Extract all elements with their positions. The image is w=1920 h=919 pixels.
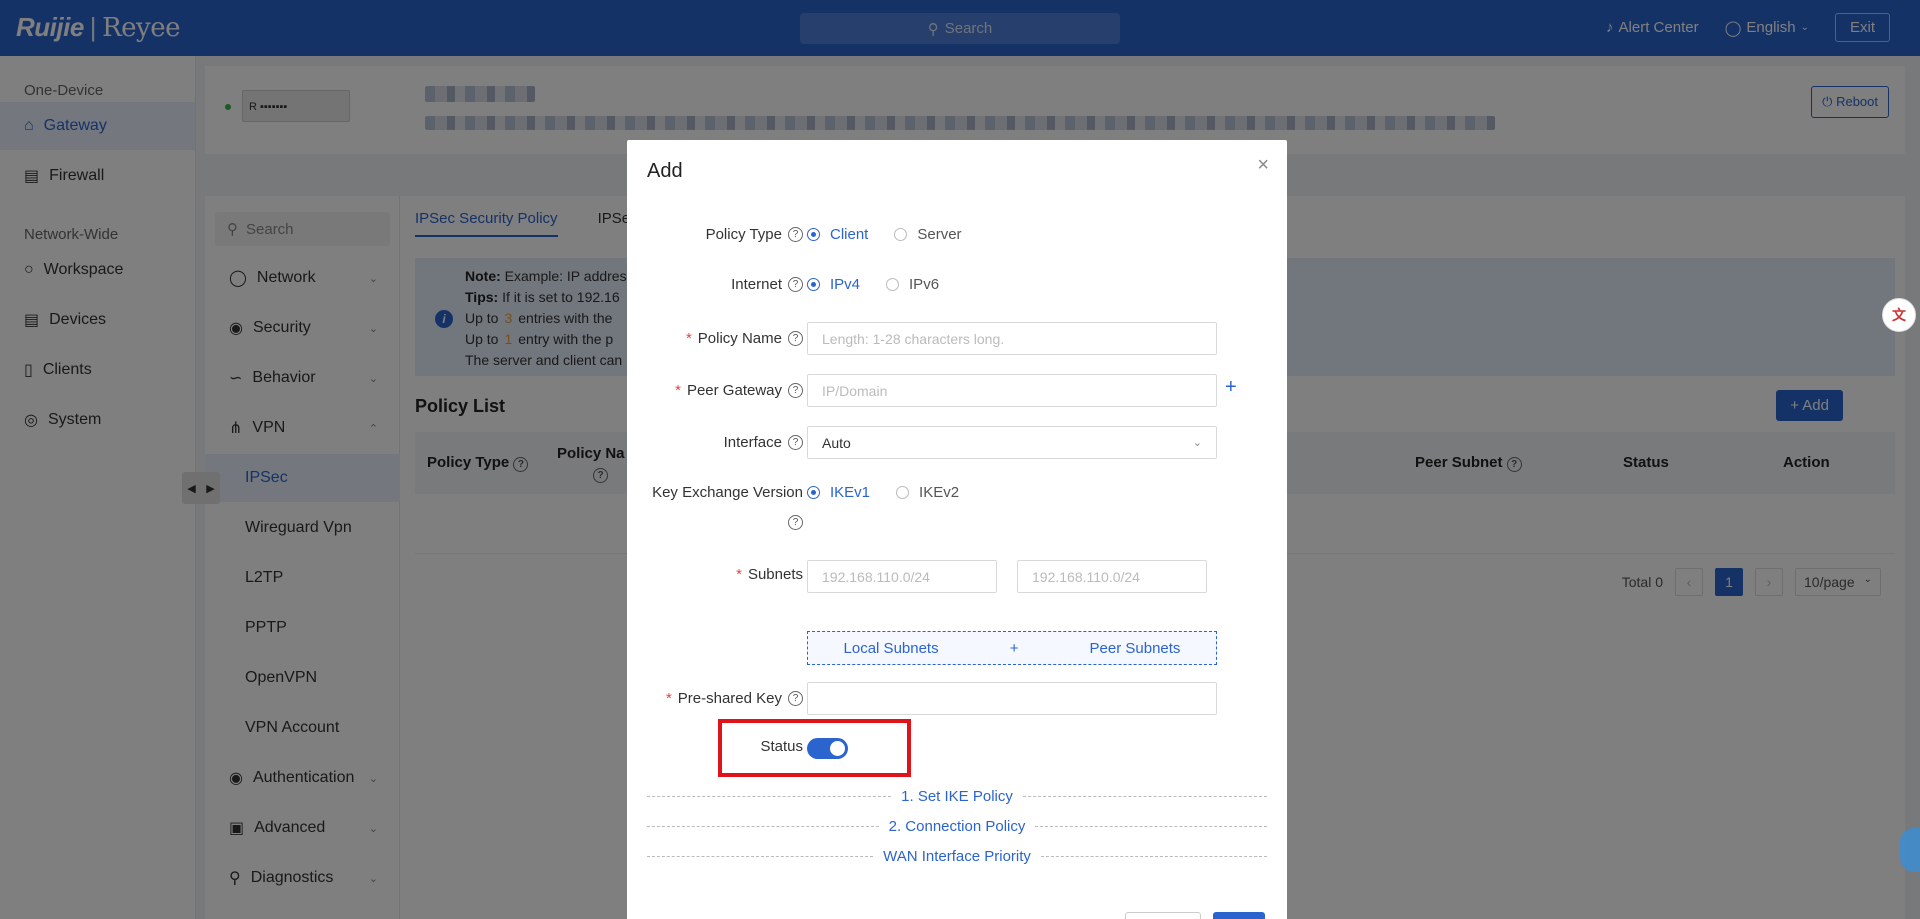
section-connection-policy[interactable]: 2. Connection Policy bbox=[647, 818, 1267, 835]
subnets-label: * Subnets bbox=[736, 566, 803, 583]
section-wan-label: WAN Interface Priority bbox=[883, 848, 1031, 865]
assistant-widget-icon[interactable] bbox=[1900, 828, 1920, 872]
radio-ipv4-label: IPv4 bbox=[830, 276, 861, 293]
policy-name-placeholder: Length: 1-28 characters long. bbox=[822, 330, 1005, 347]
section-connection-label: 2. Connection Policy bbox=[888, 818, 1026, 835]
radio-ipv6[interactable]: IPv6 bbox=[886, 276, 939, 293]
policy-type-label: Policy Type? bbox=[706, 226, 803, 243]
help-icon[interactable]: ? bbox=[788, 227, 803, 242]
translate-tool-icon[interactable]: 文 bbox=[1882, 298, 1916, 332]
radio-checked-icon bbox=[807, 278, 820, 291]
local-subnet-placeholder: 192.168.110.0/24 bbox=[822, 568, 930, 585]
psk-label: * Pre-shared Key? bbox=[666, 690, 803, 707]
peer-subnet-input[interactable]: 192.168.110.0/24 bbox=[1017, 560, 1207, 593]
help-icon[interactable]: ? bbox=[788, 691, 803, 706]
kev-label: Key Exchange Version? bbox=[652, 484, 803, 530]
subnets-label-text: Subnets bbox=[747, 566, 803, 583]
help-icon[interactable]: ? bbox=[788, 277, 803, 292]
radio-unchecked-icon bbox=[894, 228, 908, 241]
status-highlight-box bbox=[718, 719, 911, 777]
radio-ikev1-label: IKEv1 bbox=[830, 484, 871, 501]
add-subnets-button[interactable]: Local Subnets + Peer Subnets bbox=[807, 631, 1217, 665]
radio-unchecked-icon bbox=[886, 278, 900, 291]
interface-label-text: Interface bbox=[723, 434, 782, 451]
local-subnets-label: Local Subnets bbox=[843, 639, 939, 657]
help-icon[interactable]: ? bbox=[788, 515, 803, 530]
interface-label: Interface? bbox=[724, 434, 803, 451]
policy-name-label-text: Policy Name bbox=[697, 330, 782, 347]
peer-gateway-placeholder: IP/Domain bbox=[822, 382, 888, 399]
peer-gateway-label-text: Peer Gateway bbox=[686, 382, 782, 399]
close-icon[interactable]: × bbox=[1257, 154, 1269, 177]
radio-checked-icon bbox=[807, 228, 820, 241]
peer-gateway-label: * Peer Gateway? bbox=[675, 382, 803, 399]
radio-ipv6-label: IPv6 bbox=[909, 276, 940, 293]
add-gateway-plus-icon[interactable]: + bbox=[1225, 376, 1237, 399]
help-icon[interactable]: ? bbox=[788, 331, 803, 346]
policy-name-label: * Policy Name? bbox=[686, 330, 803, 347]
section-ike-policy[interactable]: 1. Set IKE Policy bbox=[647, 788, 1267, 805]
dialog-title: Add bbox=[647, 160, 683, 182]
radio-server-label: Server bbox=[917, 226, 962, 243]
peer-subnet-placeholder: 192.168.110.0/24 bbox=[1032, 568, 1140, 585]
internet-label: Internet? bbox=[731, 276, 803, 293]
help-icon[interactable]: ? bbox=[788, 435, 803, 450]
radio-client-label: Client bbox=[830, 226, 869, 243]
peer-subnets-label: Peer Subnets bbox=[1089, 639, 1181, 657]
cancel-button[interactable] bbox=[1125, 912, 1201, 919]
policy-name-input[interactable]: Length: 1-28 characters long. bbox=[807, 322, 1217, 355]
internet-label-text: Internet bbox=[731, 276, 782, 293]
help-icon[interactable]: ? bbox=[788, 383, 803, 398]
psk-label-text: Pre-shared Key bbox=[677, 690, 782, 707]
chevron-down-icon: ⌄ bbox=[1192, 437, 1202, 449]
radio-ipv4[interactable]: IPv4 bbox=[807, 276, 860, 293]
interface-value: Auto bbox=[822, 434, 851, 451]
section-wan-priority[interactable]: WAN Interface Priority bbox=[647, 848, 1267, 865]
local-subnet-input[interactable]: 192.168.110.0/24 bbox=[807, 560, 997, 593]
radio-ikev2[interactable]: IKEv2 bbox=[896, 484, 959, 501]
section-ike-label: 1. Set IKE Policy bbox=[901, 788, 1013, 805]
ok-button[interactable] bbox=[1213, 912, 1265, 919]
interface-select[interactable]: Auto ⌄ bbox=[807, 426, 1217, 459]
radio-client[interactable]: Client bbox=[807, 226, 868, 243]
radio-checked-icon bbox=[807, 486, 820, 499]
kev-label-text: Key Exchange Version bbox=[652, 484, 803, 501]
add-policy-dialog: Add × Policy Type? Client Server Interne… bbox=[627, 140, 1287, 919]
psk-input[interactable] bbox=[807, 682, 1217, 715]
peer-gateway-input[interactable]: IP/Domain bbox=[807, 374, 1217, 407]
radio-unchecked-icon bbox=[896, 486, 910, 499]
radio-ikev2-label: IKEv2 bbox=[919, 484, 960, 501]
radio-server[interactable]: Server bbox=[894, 226, 962, 243]
radio-ikev1[interactable]: IKEv1 bbox=[807, 484, 870, 501]
policy-type-label-text: Policy Type bbox=[705, 226, 782, 243]
plus-icon: + bbox=[1009, 639, 1019, 657]
